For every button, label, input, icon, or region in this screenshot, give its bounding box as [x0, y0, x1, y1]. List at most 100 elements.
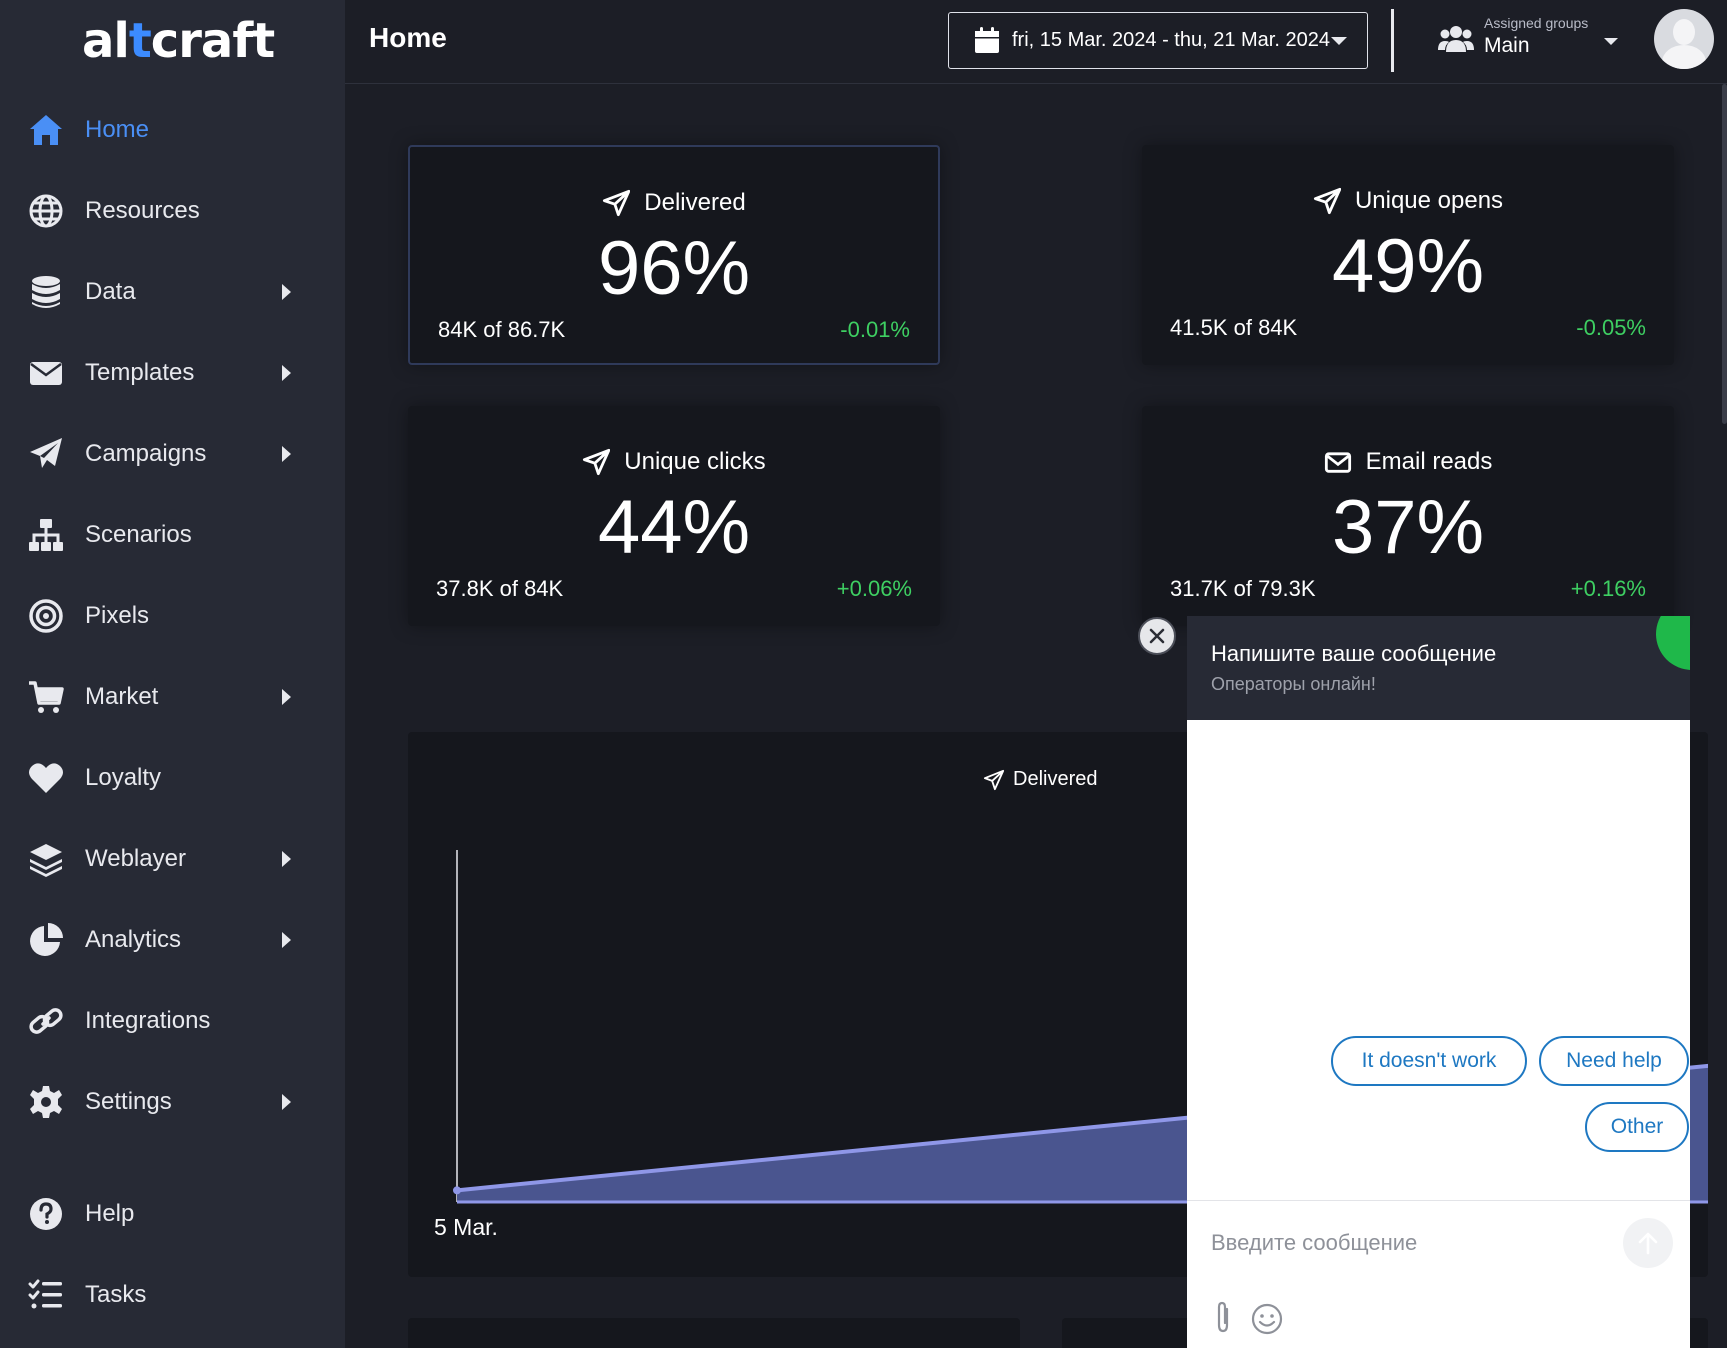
metric-title-text: Email reads: [1365, 448, 1493, 475]
data-point[interactable]: [453, 1186, 461, 1195]
envelope-icon: [27, 354, 65, 392]
metric-title: Unique opens: [1142, 187, 1674, 215]
bottom-card-left: [408, 1318, 1020, 1348]
assigned-groups-value: Main: [1484, 34, 1530, 57]
chevron-down-icon: [1604, 38, 1618, 45]
chevron-right-icon[interactable]: [282, 446, 291, 462]
sidebar-item-campaigns[interactable]: Campaigns: [0, 423, 345, 485]
sidebar-item-settings[interactable]: Settings: [0, 1071, 345, 1133]
metric-title: Unique clicks: [408, 448, 940, 476]
metric-title: Email reads: [1142, 448, 1674, 476]
sidebar-item-weblayer[interactable]: Weblayer: [0, 828, 345, 890]
metric-value: 96%: [597, 226, 751, 311]
chevron-right-icon[interactable]: [282, 851, 291, 867]
sidebar-item-label: Settings: [85, 1088, 172, 1115]
emoji-icon[interactable]: [1251, 1303, 1283, 1335]
cart-icon: [27, 678, 65, 716]
sidebar-item-label: Market: [85, 683, 159, 710]
sidebar-item-scenarios[interactable]: Scenarios: [0, 504, 345, 566]
sidebar-item-label: Analytics: [85, 926, 182, 953]
logo-text-accent: t: [128, 13, 152, 69]
metric-card-unique-opens[interactable]: Unique opens 49% 41.5K of 84K -0.05%: [1142, 145, 1674, 365]
date-range-picker[interactable]: fri, 15 Mar. 2024 - thu, 21 Mar. 2024: [948, 12, 1368, 69]
paper-plane-icon: [583, 448, 611, 476]
sitemap-icon: [27, 516, 65, 554]
metric-delta: +0.06%: [836, 576, 912, 601]
metric-title-text: Unique opens: [1354, 187, 1504, 214]
paperclip-icon[interactable]: [1211, 1301, 1235, 1335]
metric-sub: 41.5K of 84K: [1170, 315, 1298, 340]
chat-message-input[interactable]: [1211, 1227, 1591, 1259]
sidebar-item-label: Home: [85, 116, 150, 143]
pie-chart-icon: [27, 921, 65, 959]
metric-value: 49%: [1331, 224, 1485, 309]
sidebar-item-integrations[interactable]: Integrations: [0, 990, 345, 1052]
sidebar: al t craft Home Resources Data Templates Campa…: [0, 0, 345, 1348]
sidebar-item-loyalty[interactable]: Loyalty: [0, 747, 345, 809]
online-indicator: [1656, 616, 1690, 670]
page-scrollbar[interactable]: [1722, 84, 1727, 424]
database-icon: [27, 273, 65, 311]
sidebar-item-market[interactable]: Market: [0, 666, 345, 728]
sidebar-item-help[interactable]: Help: [0, 1183, 345, 1245]
chevron-right-icon[interactable]: [282, 932, 291, 948]
chat-input-area: [1187, 1200, 1690, 1348]
metric-sub: 31.7K of 79.3K: [1170, 576, 1316, 601]
send-button[interactable]: [1623, 1218, 1673, 1268]
home-icon: [27, 111, 65, 149]
metric-delta: -0.01%: [840, 317, 910, 342]
sidebar-item-label: Data: [85, 278, 136, 305]
sidebar-item-resources[interactable]: Resources: [0, 180, 345, 242]
altcraft-logo[interactable]: al t craft: [82, 13, 275, 69]
sidebar-item-analytics[interactable]: Analytics: [0, 909, 345, 971]
globe-icon: [27, 192, 65, 230]
metric-title: Delivered: [410, 189, 938, 217]
sidebar-item-home[interactable]: Home: [0, 99, 345, 161]
logo-text-1: al: [82, 13, 130, 69]
app-root: al t craft Home Resources Data Templates Campa…: [0, 0, 1727, 1348]
quick-reply-need-help[interactable]: Need help: [1539, 1036, 1689, 1086]
metric-title-text: Unique clicks: [624, 448, 766, 475]
sidebar-item-label: Resources: [85, 197, 200, 224]
quick-reply-doesnt-work[interactable]: It doesn't work: [1331, 1036, 1527, 1086]
metric-card-email-reads[interactable]: Email reads 37% 31.7K of 79.3K +0.16%: [1142, 406, 1674, 626]
sidebar-item-label: Weblayer: [85, 845, 186, 872]
metric-delta: +0.16%: [1570, 576, 1646, 601]
chat-widget: Напишите ваше сообщение Операторы онлайн…: [1187, 616, 1690, 1348]
metric-delta: -0.05%: [1576, 315, 1646, 340]
sidebar-item-label: Templates: [85, 359, 195, 386]
assigned-groups-selector[interactable]: Assigned groups Main: [1438, 12, 1628, 70]
metric-title-text: Delivered: [644, 189, 746, 216]
chat-title: Напишите ваше сообщение: [1211, 641, 1497, 666]
arrow-up-icon: [1638, 1232, 1658, 1255]
sidebar-item-label: Tasks: [85, 1281, 147, 1308]
chat-close-button[interactable]: [1138, 617, 1176, 655]
metric-value: 44%: [597, 485, 751, 570]
chevron-right-icon[interactable]: [282, 284, 291, 300]
help-icon: [27, 1195, 65, 1233]
tasks-icon: [27, 1276, 65, 1314]
quick-reply-other[interactable]: Other: [1585, 1102, 1689, 1152]
user-avatar[interactable]: [1654, 9, 1714, 69]
sidebar-item-data[interactable]: Data: [0, 261, 345, 323]
chevron-down-icon: [1331, 37, 1347, 45]
sidebar-item-templates[interactable]: Templates: [0, 342, 345, 404]
metric-card-unique-clicks[interactable]: Unique clicks 44% 37.8K of 84K +0.06%: [408, 406, 940, 626]
chevron-right-icon[interactable]: [282, 365, 291, 381]
sidebar-item-label: Loyalty: [85, 764, 162, 791]
sidebar-item-label: Scenarios: [85, 521, 192, 548]
sidebar-item-pixels[interactable]: Pixels: [0, 585, 345, 647]
paper-plane-icon: [603, 189, 631, 217]
metric-sub: 84K of 86.7K: [438, 317, 566, 342]
metric-card-delivered[interactable]: Delivered 96% 84K of 86.7K -0.01%: [408, 145, 940, 365]
chevron-right-icon[interactable]: [282, 689, 291, 705]
x-tick-label: 5 Mar.: [434, 1214, 498, 1240]
envelope-icon: [1324, 452, 1351, 473]
page-title: Home: [369, 22, 447, 53]
logo-text-2: craft: [150, 13, 275, 69]
sidebar-item-tasks[interactable]: Tasks: [0, 1264, 345, 1326]
sidebar-item-label: Help: [85, 1200, 135, 1227]
metric-value: 37%: [1331, 485, 1485, 570]
heart-icon: [27, 759, 65, 797]
chevron-right-icon[interactable]: [282, 1094, 291, 1110]
